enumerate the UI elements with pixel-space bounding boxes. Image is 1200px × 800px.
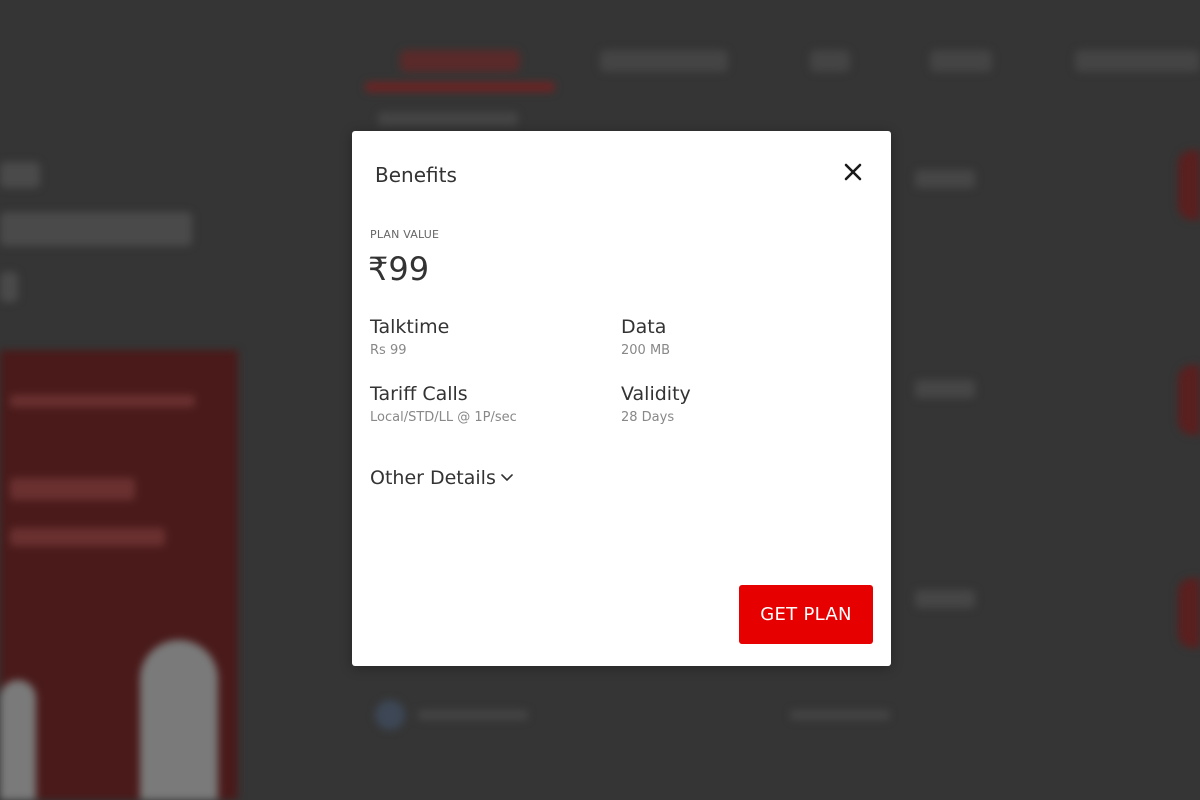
benefits-modal: Benefits PLAN VALUE ₹99 Talktime Rs 99 D… <box>352 131 891 666</box>
benefit-tariff-calls-value: Local/STD/LL @ 1P/sec <box>370 410 517 425</box>
bg-tab <box>810 50 850 72</box>
benefit-tariff-calls-label: Tariff Calls <box>370 383 468 405</box>
benefit-talktime-label: Talktime <box>370 316 450 338</box>
bg-icon <box>375 700 405 730</box>
bg-button <box>1178 578 1200 648</box>
bg-heading <box>0 272 18 302</box>
bg-tab-underline <box>365 82 555 92</box>
bg-tab <box>1075 50 1200 72</box>
modal-title: Benefits <box>375 163 457 187</box>
page: Benefits PLAN VALUE ₹99 Talktime Rs 99 D… <box>0 0 1200 800</box>
bg-banner-line <box>10 395 195 407</box>
plan-value-label: PLAN VALUE <box>370 228 440 241</box>
get-plan-button[interactable]: GET PLAN <box>739 585 873 644</box>
bg-banner-line <box>10 478 135 500</box>
bg-button <box>1178 365 1200 435</box>
chevron-down-icon <box>501 474 513 481</box>
bg-price <box>915 380 975 398</box>
bg-heading <box>0 162 40 188</box>
close-icon <box>844 163 862 181</box>
bg-tab <box>600 50 728 72</box>
bg-button <box>1178 150 1200 220</box>
benefit-data-label: Data <box>621 316 667 338</box>
benefit-validity-value: 28 Days <box>621 410 675 425</box>
benefit-talktime-value: Rs 99 <box>370 343 407 358</box>
other-details-label: Other Details <box>370 467 496 489</box>
bg-price <box>915 590 975 608</box>
bg-heading <box>0 212 192 246</box>
bg-figure <box>140 640 218 800</box>
bg-figure <box>0 680 36 800</box>
bg-subline <box>378 112 518 126</box>
bg-text <box>790 710 890 720</box>
plan-value: ₹99 <box>368 250 430 288</box>
close-button[interactable] <box>840 159 868 187</box>
benefit-validity-label: Validity <box>621 383 691 405</box>
bg-banner-line <box>10 528 165 546</box>
bg-tab <box>930 50 992 72</box>
other-details-toggle[interactable]: Other Details <box>370 467 514 489</box>
bg-text <box>418 710 528 720</box>
bg-tab <box>400 50 520 72</box>
bg-price <box>915 170 975 188</box>
benefit-data-value: 200 MB <box>621 343 671 358</box>
